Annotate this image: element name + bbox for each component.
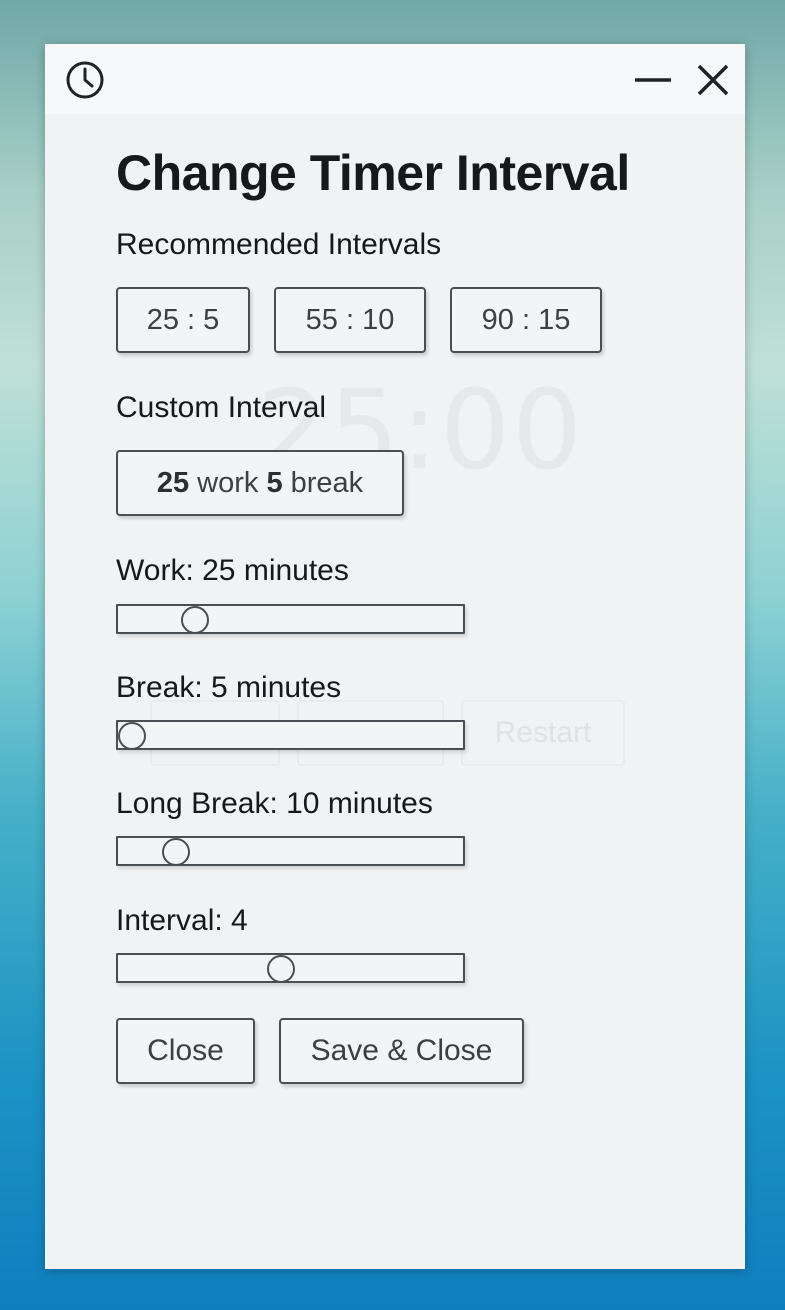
background-restart-button: Restart	[461, 700, 625, 766]
preset-25-5-button[interactable]: 25 : 5	[116, 287, 250, 353]
custom-interval-button[interactable]: 25 work 5 break	[116, 450, 404, 516]
dialog-title: Change Timer Interval	[116, 145, 630, 201]
close-button[interactable]: Close	[116, 1018, 255, 1084]
interval-slider[interactable]	[116, 953, 465, 983]
save-and-close-button[interactable]: Save & Close	[279, 1018, 524, 1084]
break-slider[interactable]	[116, 720, 465, 750]
break-slider-thumb[interactable]	[118, 722, 146, 750]
title-bar	[45, 44, 745, 114]
preset-55-10-button[interactable]: 55 : 10	[274, 287, 426, 353]
custom-work-value: 25	[156, 466, 190, 499]
long-break-slider-label: Long Break: 10 minutes	[116, 787, 433, 820]
custom-interval-label: Custom Interval	[116, 391, 327, 424]
preset-90-15-button[interactable]: 90 : 15	[450, 287, 602, 353]
close-icon[interactable]	[693, 60, 733, 100]
long-break-slider[interactable]	[116, 836, 465, 866]
work-slider[interactable]	[116, 604, 465, 634]
minimize-icon[interactable]	[633, 62, 673, 98]
custom-break-value: 5	[266, 466, 283, 499]
interval-slider-label: Interval: 4	[116, 904, 248, 937]
work-slider-label: Work: 25 minutes	[116, 554, 349, 587]
clock-icon	[66, 61, 104, 99]
break-slider-label: Break: 5 minutes	[116, 671, 342, 704]
long-break-slider-thumb[interactable]	[162, 838, 190, 866]
custom-work-text: work	[197, 466, 259, 499]
recommended-intervals-label: Recommended Intervals	[116, 228, 442, 261]
timer-interval-window: 25:00 Start Pause Restart Change Timer I…	[45, 44, 745, 1269]
work-slider-thumb[interactable]	[181, 606, 209, 634]
interval-slider-thumb[interactable]	[267, 955, 295, 983]
custom-break-text: break	[290, 466, 364, 499]
